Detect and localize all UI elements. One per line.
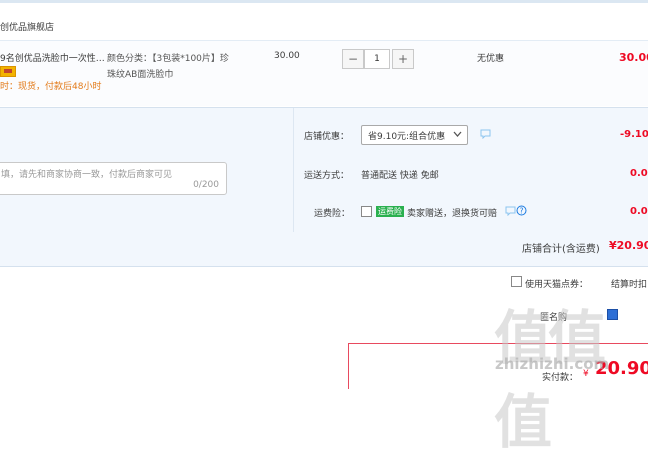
shop-total-label: 店铺合计(含运费): [522, 244, 600, 255]
item-title[interactable]: 9名创优品洗脸巾一次性…: [0, 51, 105, 64]
insurance-tag: 运费险: [376, 206, 404, 217]
coupon-badge-icon: [0, 66, 16, 77]
item-subtotal: 30.00: [619, 51, 648, 64]
insurance-checkbox[interactable]: [361, 206, 372, 217]
qty-minus-button[interactable]: −: [342, 49, 364, 69]
insurance-label: 运费险：: [314, 209, 351, 219]
chat-bubble-icon[interactable]: [480, 129, 491, 139]
tmall-points-label: 使用天猫点券：: [525, 280, 589, 290]
watermark-logo: 值值值: [494, 304, 606, 456]
help-icon[interactable]: ?: [516, 205, 527, 216]
shop-discount-value: 省9.10元:组合优惠: [368, 132, 446, 142]
chat-bubble-icon[interactable]: [505, 206, 516, 216]
shipping-amount: 0.00: [630, 168, 648, 179]
chevron-down-icon: [453, 131, 462, 137]
shop-discount-amount: -9.10: [620, 129, 648, 140]
delivery-note: 时：现货，付款后48小时: [0, 82, 102, 92]
qty-plus-button[interactable]: +: [392, 49, 414, 69]
watermark-site: zhizhizhi.com: [495, 355, 610, 373]
item-spec-line1: 颜色分类：【3包装*100片】珍: [107, 54, 229, 64]
shop-header: [0, 3, 648, 41]
order-memo-input[interactable]: 填，请先和商家协商一致，付款后商家可见 0/200: [0, 162, 227, 195]
svg-text:?: ?: [520, 206, 524, 215]
shop-discount-select[interactable]: 省9.10元:组合优惠: [361, 125, 468, 145]
insurance-amount: 0.00: [630, 206, 648, 217]
tmall-points-checkbox[interactable]: [511, 276, 522, 287]
memo-counter: 0/200: [193, 180, 219, 190]
unit-price: 30.00: [274, 51, 300, 61]
shop-total-value: ¥20.90: [609, 239, 648, 252]
qty-input[interactable]: 1: [364, 49, 390, 69]
panel-divider: [293, 108, 294, 232]
quantity-stepper: − 1 +: [342, 49, 414, 69]
shipping-value: 普通配送 快递 免邮: [361, 171, 439, 181]
item-discount: 无优惠: [477, 54, 505, 64]
settle-deduct-note: 结算时扣: [611, 280, 648, 290]
insurance-value: 卖家赠送，退换货可赔: [407, 209, 498, 219]
shop-discount-label: 店铺优惠：: [304, 132, 350, 142]
memo-placeholder: 填，请先和商家协商一致，付款后商家可见: [1, 170, 173, 180]
item-spec-line2: 珠纹AB面洗脸巾: [107, 70, 174, 80]
shipping-label: 运送方式：: [304, 171, 350, 181]
shop-name[interactable]: 创优品旗舰店: [0, 20, 54, 33]
